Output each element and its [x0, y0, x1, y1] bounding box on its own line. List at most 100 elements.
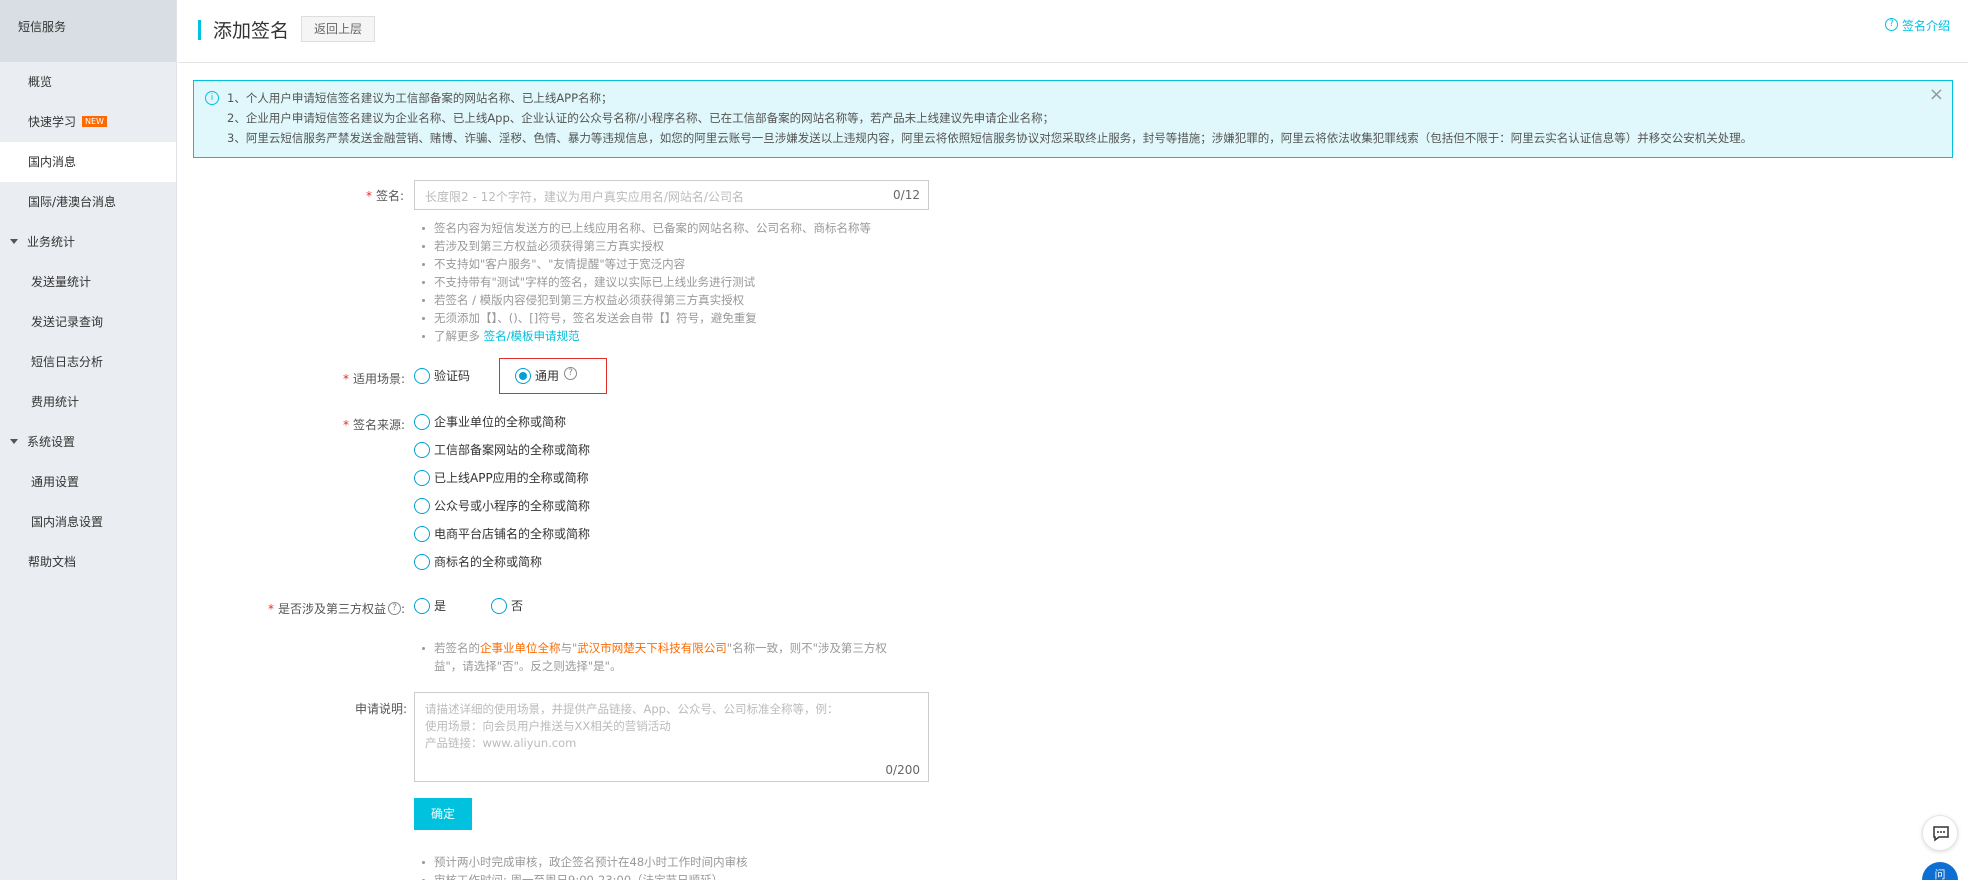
tip-item: 签名内容为短信发送方的已上线应用名称、已备案的网站名称、公司名称、商标名称等 [420, 219, 871, 237]
back-button[interactable]: 返回上层 [301, 16, 376, 42]
description-textarea[interactable]: 请描述详细的使用场景，并提供产品链接、App、公众号、公司标准全称等，例： 使用… [414, 692, 929, 782]
notice-line: 1、个人用户申请短信签名建议为工信部备案的网站名称、已上线APP名称； [227, 91, 613, 105]
tip-text: 若签名的 [434, 641, 480, 655]
sidebar-title: 短信服务 [0, 0, 176, 62]
sidebar-item-label: 费用统计 [31, 395, 80, 409]
third-party-tips: 若签名的企事业单位全称与"武汉市网楚天下科技有限公司"名称一致，则不"涉及第三方… [420, 639, 887, 675]
help-link-label: 签名介绍 [1901, 19, 1950, 33]
radio-circle [414, 497, 430, 514]
page-header: 添加签名 返回上层 ? 签名介绍 [178, 0, 1968, 63]
signature-counter: 0/12 [893, 188, 920, 202]
sidebar-item-log-analysis[interactable]: 短信日志分析 [0, 342, 176, 382]
tip-item-learn-more: 了解更多 签名/模板申请规范 [420, 327, 871, 345]
tip-text: 益"，请选择"否"。反之则选择"是"。 [434, 659, 622, 673]
signature-label: * 签名: [366, 187, 404, 204]
sidebar-item-label: 发送记录查询 [31, 315, 104, 329]
source-radio-app[interactable]: 已上线APP应用的全称或简称 [414, 469, 589, 487]
source-radio-trademark[interactable]: 商标名的全称或简称 [414, 553, 542, 571]
required-mark: * [366, 189, 372, 203]
sidebar-item-quick-learn[interactable]: 快速学习 NEW [0, 102, 176, 142]
source-radio-enterprise[interactable]: 企事业单位的全称或简称 [414, 413, 566, 431]
sidebar-item-label: 国内消息设置 [31, 515, 104, 529]
caret-down-icon [10, 239, 18, 244]
sidebar-group-label: 业务统计 [27, 235, 76, 249]
notice-line: 3、阿里云短信服务严禁发送金融营销、赌博、诈骗、淫秽、色情、暴力等违规信息，如您… [227, 131, 1753, 145]
signature-input[interactable]: 长度限2 - 12个字符，建议为用户真实应用名/网站名/公司名 0/12 [414, 180, 929, 210]
tip-item: 不支持带有"测试"字样的签名，建议以实际已上线业务进行测试 [420, 273, 871, 291]
label-text: 签名: [376, 189, 405, 203]
question-circle-icon[interactable]: ? [388, 602, 402, 615]
label-text: 签名来源: [353, 418, 406, 432]
required-mark: * [343, 418, 349, 432]
notice-banner: i 1、个人用户申请短信签名建议为工信部备案的网站名称、已上线APP名称； 2、… [193, 80, 1953, 158]
radio-label: 已上线APP应用的全称或简称 [434, 471, 589, 485]
radio-circle [414, 367, 430, 384]
label-text: 适用场景: [353, 372, 406, 386]
tip-highlight: 企事业单位全称 [480, 641, 561, 655]
page-title: 添加签名 [213, 20, 290, 42]
tip-item: 若涉及到第三方权益必须获得第三方真实授权 [420, 237, 871, 255]
sidebar-item-general-settings[interactable]: 通用设置 [0, 462, 176, 502]
source-radio-official-account[interactable]: 公众号或小程序的全称或简称 [414, 497, 590, 515]
tip-item: 预计两小时完成审核，政企签名预计在48小时工作时间内审核 [420, 853, 748, 871]
radio-label: 电商平台店铺名的全称或简称 [434, 527, 591, 541]
sidebar-item-label: 发送量统计 [31, 275, 92, 289]
sidebar-item-overview[interactable]: 概览 [0, 62, 176, 102]
submit-button[interactable]: 确定 [414, 798, 472, 830]
description-placeholder: 请描述详细的使用场景，并提供产品链接、App、公众号、公司标准全称等，例： [425, 702, 839, 716]
scene-radio-verification[interactable]: 验证码 [414, 367, 470, 385]
radio-circle [414, 469, 430, 486]
description-label: 申请说明: [355, 702, 408, 716]
signature-tips: 签名内容为短信发送方的已上线应用名称、已备案的网站名称、公司名称、商标名称等 若… [420, 219, 871, 345]
tip-item: 若签名 / 模版内容侵犯到第三方权益必须获得第三方真实授权 [420, 291, 871, 309]
sidebar-item-domestic-settings[interactable]: 国内消息设置 [0, 502, 176, 542]
help-fab-button[interactable]: 问 [1922, 862, 1958, 880]
description-counter: 0/200 [885, 763, 920, 777]
sidebar-item-international[interactable]: 国际/港澳台消息 [0, 182, 176, 222]
chat-button[interactable] [1922, 815, 1958, 851]
third-party-label: * 是否涉及第三方权益?: [268, 600, 405, 617]
company-name-highlight: 武汉市网楚天下科技有限公司 [577, 641, 727, 655]
radio-circle [414, 441, 430, 458]
tip-item: 无须添加【】、()、[]符号，签名发送会自带【】符号，避免重复 [420, 309, 871, 327]
description-placeholder: 产品链接：www.aliyun.com [425, 736, 577, 750]
sidebar-item-label: 国内消息 [28, 155, 77, 169]
sidebar-item-label: 短信日志分析 [31, 355, 104, 369]
scene-label: * 适用场景: [343, 370, 405, 387]
required-mark: * [268, 602, 274, 616]
required-mark: * [343, 372, 349, 386]
tip-text: "名称一致，则不"涉及第三方权 [726, 641, 887, 655]
radio-label: 工信部备案网站的全称或简称 [434, 443, 591, 457]
source-radio-website[interactable]: 工信部备案网站的全称或简称 [414, 441, 590, 459]
radio-label: 验证码 [434, 369, 471, 383]
sidebar-group-settings[interactable]: 系统设置 [0, 422, 176, 462]
third-party-radio-yes[interactable]: 是 [414, 597, 446, 615]
tip-item-continued: 益"，请选择"否"。反之则选择"是"。 [420, 657, 887, 675]
radio-label: 是 [434, 599, 447, 613]
sidebar-group-stats[interactable]: 业务统计 [0, 222, 176, 262]
tip-item: 不支持如"客户服务"、"友情提醒"等过于宽泛内容 [420, 255, 871, 273]
third-party-radio-no[interactable]: 否 [491, 597, 523, 615]
sidebar-item-cost-stats[interactable]: 费用统计 [0, 382, 176, 422]
source-radio-ecommerce[interactable]: 电商平台店铺名的全称或简称 [414, 525, 590, 543]
bottom-tips: 预计两小时完成审核，政企签名预计在48小时工作时间内审核 审核工作时间: 周一至… [420, 853, 748, 880]
signature-intro-link[interactable]: ? 签名介绍 [1884, 17, 1950, 34]
radio-circle [414, 525, 430, 542]
sidebar-item-send-records[interactable]: 发送记录查询 [0, 302, 176, 342]
radio-label: 企事业单位的全称或简称 [434, 415, 567, 429]
radio-label: 商标名的全称或简称 [434, 555, 543, 569]
radio-label: 否 [511, 599, 524, 613]
title-accent-bar [198, 20, 201, 40]
sidebar-item-help-docs[interactable]: 帮助文档 [0, 542, 176, 582]
sidebar-item-domestic[interactable]: 国内消息 [0, 142, 176, 182]
spec-link[interactable]: 签名/模板申请规范 [484, 329, 580, 343]
sidebar-item-send-stats[interactable]: 发送量统计 [0, 262, 176, 302]
close-icon[interactable]: × [1929, 84, 1944, 105]
new-badge: NEW [82, 116, 107, 127]
tip-item: 审核工作时间: 周一至周日9:00-23:00（法定节日顺延） [420, 871, 748, 880]
description-placeholder: 使用场景：向会员用户推送与XX相关的营销活动 [425, 719, 671, 733]
info-icon: i [205, 91, 219, 105]
sidebar-item-label: 国际/港澳台消息 [28, 195, 117, 209]
learn-more-prefix: 了解更多 [434, 329, 480, 343]
radio-circle [491, 597, 507, 614]
